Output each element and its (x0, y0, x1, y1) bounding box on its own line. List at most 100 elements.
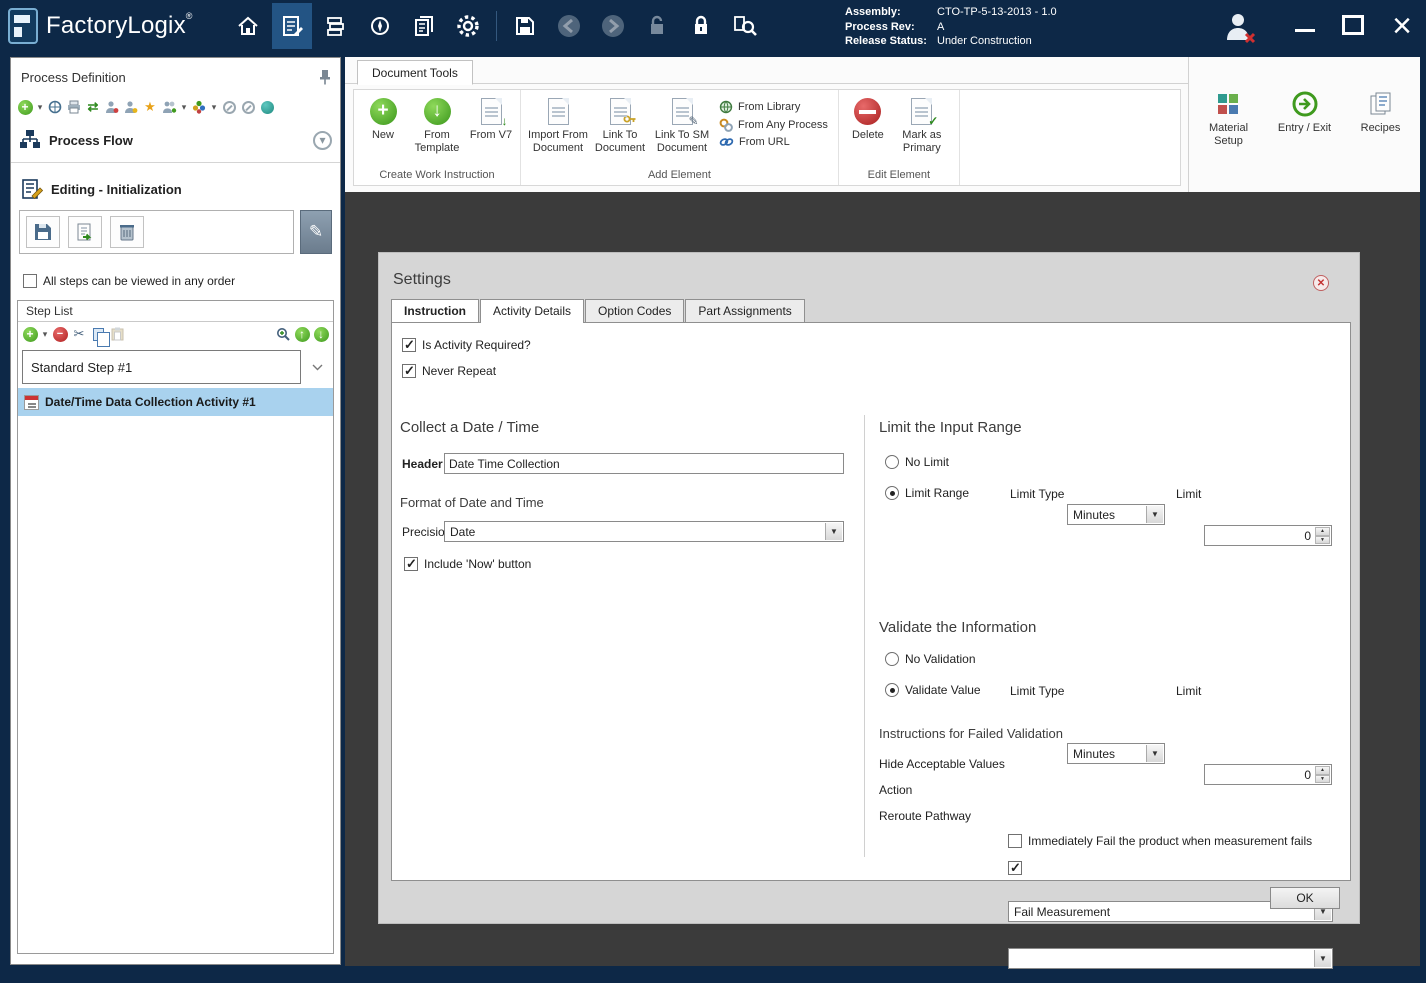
team-caret-icon[interactable]: ▾ (180, 98, 188, 116)
tab-part-assignments[interactable]: Part Assignments (685, 299, 805, 322)
from-v7-button[interactable]: ↓ From V7 (468, 96, 514, 142)
limit-range-label: Limit Range (905, 486, 970, 500)
back-icon[interactable] (549, 3, 589, 49)
validate-limit-type-select[interactable]: Minutes ▼ (1067, 743, 1165, 764)
pinwheel-icon[interactable] (191, 98, 207, 116)
pin-icon[interactable] (318, 69, 332, 85)
failed-validation-heading: Instructions for Failed Validation (879, 726, 1064, 741)
panel-title: Process Definition (21, 69, 126, 85)
reroute-pathway-select[interactable]: ▼ (1008, 948, 1333, 969)
add-caret-icon[interactable]: ▾ (36, 98, 44, 116)
minimize-button[interactable] (1288, 8, 1322, 42)
tab-activity-details[interactable]: Activity Details (480, 299, 585, 323)
home-icon[interactable] (228, 3, 268, 49)
dispatch-icon[interactable] (360, 3, 400, 49)
include-now-checkbox[interactable] (404, 556, 418, 572)
add-step-caret-icon[interactable]: ▾ (41, 325, 49, 343)
process-definition-icon[interactable] (272, 3, 312, 49)
spin-down-icon[interactable]: ▼ (1315, 774, 1330, 783)
pinwheel-caret-icon[interactable]: ▾ (210, 98, 218, 116)
delete-button[interactable]: Delete (845, 96, 891, 142)
ok-button[interactable]: OK (1270, 887, 1340, 909)
move-up-icon[interactable]: ↑ (294, 325, 310, 343)
material-setup-button[interactable]: Material Setup (1198, 91, 1260, 192)
required-checkbox[interactable] (402, 337, 416, 353)
add-icon[interactable]: + (17, 98, 33, 116)
close-button[interactable]: × (1384, 8, 1420, 44)
import-step-button[interactable] (68, 216, 102, 248)
target-icon[interactable] (259, 98, 275, 116)
forward-icon[interactable] (593, 3, 633, 49)
tab-instruction[interactable]: Instruction (391, 299, 479, 322)
team-icon[interactable] (161, 98, 177, 116)
activity-list-item[interactable]: Date/Time Data Collection Activity #1 (18, 388, 333, 416)
new-button[interactable]: + New (360, 96, 406, 142)
hide-acceptable-checkbox[interactable] (1008, 860, 1022, 876)
maximize-button[interactable] (1336, 8, 1370, 42)
delete-step-button[interactable] (110, 216, 144, 248)
from-any-process-button[interactable]: From Any Process (719, 118, 828, 132)
production-icon[interactable] (316, 3, 356, 49)
from-library-button[interactable]: From Library (719, 100, 828, 114)
limit-range-radio[interactable] (885, 486, 899, 500)
print-icon[interactable] (66, 98, 82, 116)
user-status-icon[interactable] (1222, 10, 1258, 44)
mark-as-primary-button[interactable]: ✓ Mark as Primary (891, 96, 953, 154)
header-input[interactable] (444, 453, 844, 474)
tab-option-codes[interactable]: Option Codes (585, 299, 685, 322)
save-step-button[interactable] (26, 216, 60, 248)
ribbon-group-create-work-instruction: + New ↓ From Template ↓ From V7 Create W… (354, 90, 521, 185)
user-idea-icon[interactable] (123, 98, 139, 116)
document-tools-tab[interactable]: Document Tools (357, 60, 473, 85)
any-order-checkbox[interactable] (23, 274, 37, 288)
collapse-down-icon[interactable]: ▾ (313, 130, 332, 150)
audit-search-icon[interactable] (725, 3, 765, 49)
add-step-icon[interactable]: + (22, 325, 38, 343)
spin-up-icon[interactable]: ▲ (1315, 766, 1330, 775)
immediately-fail-checkbox[interactable] (1008, 834, 1022, 848)
ribbon-body: + New ↓ From Template ↓ From V7 Create W… (353, 89, 1181, 186)
edit-mode-toggle-button[interactable]: ✎ (300, 210, 332, 254)
precision-select[interactable]: Date ▼ (444, 521, 844, 542)
from-template-button[interactable]: ↓ From Template (406, 96, 468, 154)
limit-type-select[interactable]: Minutes ▼ (1067, 504, 1165, 525)
process-flow-row[interactable]: Process Flow ▾ (19, 124, 332, 156)
no-limit-radio[interactable] (885, 455, 899, 469)
unlock-icon[interactable] (637, 3, 677, 49)
import-from-document-button[interactable]: Import From Document (527, 96, 589, 154)
copy-icon[interactable] (90, 325, 110, 347)
step-chevron-icon[interactable] (307, 364, 327, 371)
validate-limit-spinner[interactable]: 0 ▲ ▼ (1204, 764, 1332, 785)
user-location-icon[interactable] (104, 98, 120, 116)
zoom-icon[interactable] (275, 325, 291, 343)
disabled-circle-icon[interactable] (221, 98, 237, 116)
remove-step-icon[interactable]: − (52, 325, 68, 343)
designer-icon[interactable] (47, 98, 63, 116)
link-to-sm-document-button[interactable]: ✎ Link To SM Document (651, 96, 713, 154)
validate-value-radio[interactable] (885, 683, 899, 697)
documents-icon[interactable] (404, 3, 444, 49)
precision-value: Date (450, 524, 476, 539)
dialog-close-icon[interactable]: ✕ (1313, 275, 1329, 291)
from-url-button[interactable]: From URL (719, 136, 828, 148)
column-divider (864, 415, 865, 857)
link-to-document-button[interactable]: Link To Document (589, 96, 651, 154)
spin-down-icon[interactable]: ▼ (1315, 535, 1330, 544)
spin-up-icon[interactable]: ▲ (1315, 527, 1330, 536)
highlight-icon[interactable]: ★ (142, 98, 158, 116)
sync-icon[interactable]: ⇄ (85, 98, 101, 116)
no-validation-radio[interactable] (885, 652, 899, 666)
step-name-box[interactable]: Standard Step #1 (22, 350, 301, 384)
calendar-icon (24, 394, 39, 410)
disabled-circle-icon-2[interactable] (240, 98, 256, 116)
cut-icon[interactable]: ✂ (71, 325, 87, 343)
entry-exit-button[interactable]: Entry / Exit (1274, 91, 1336, 192)
settings-gear-icon[interactable] (448, 3, 488, 49)
recipes-button[interactable]: Recipes (1350, 91, 1412, 192)
never-repeat-checkbox[interactable] (402, 363, 416, 379)
save-icon[interactable] (505, 3, 545, 49)
paste-icon[interactable] (109, 325, 125, 343)
limit-spinner[interactable]: 0 ▲ ▼ (1204, 525, 1332, 546)
move-down-icon[interactable]: ↓ (313, 325, 329, 343)
lock-icon[interactable] (681, 3, 721, 49)
